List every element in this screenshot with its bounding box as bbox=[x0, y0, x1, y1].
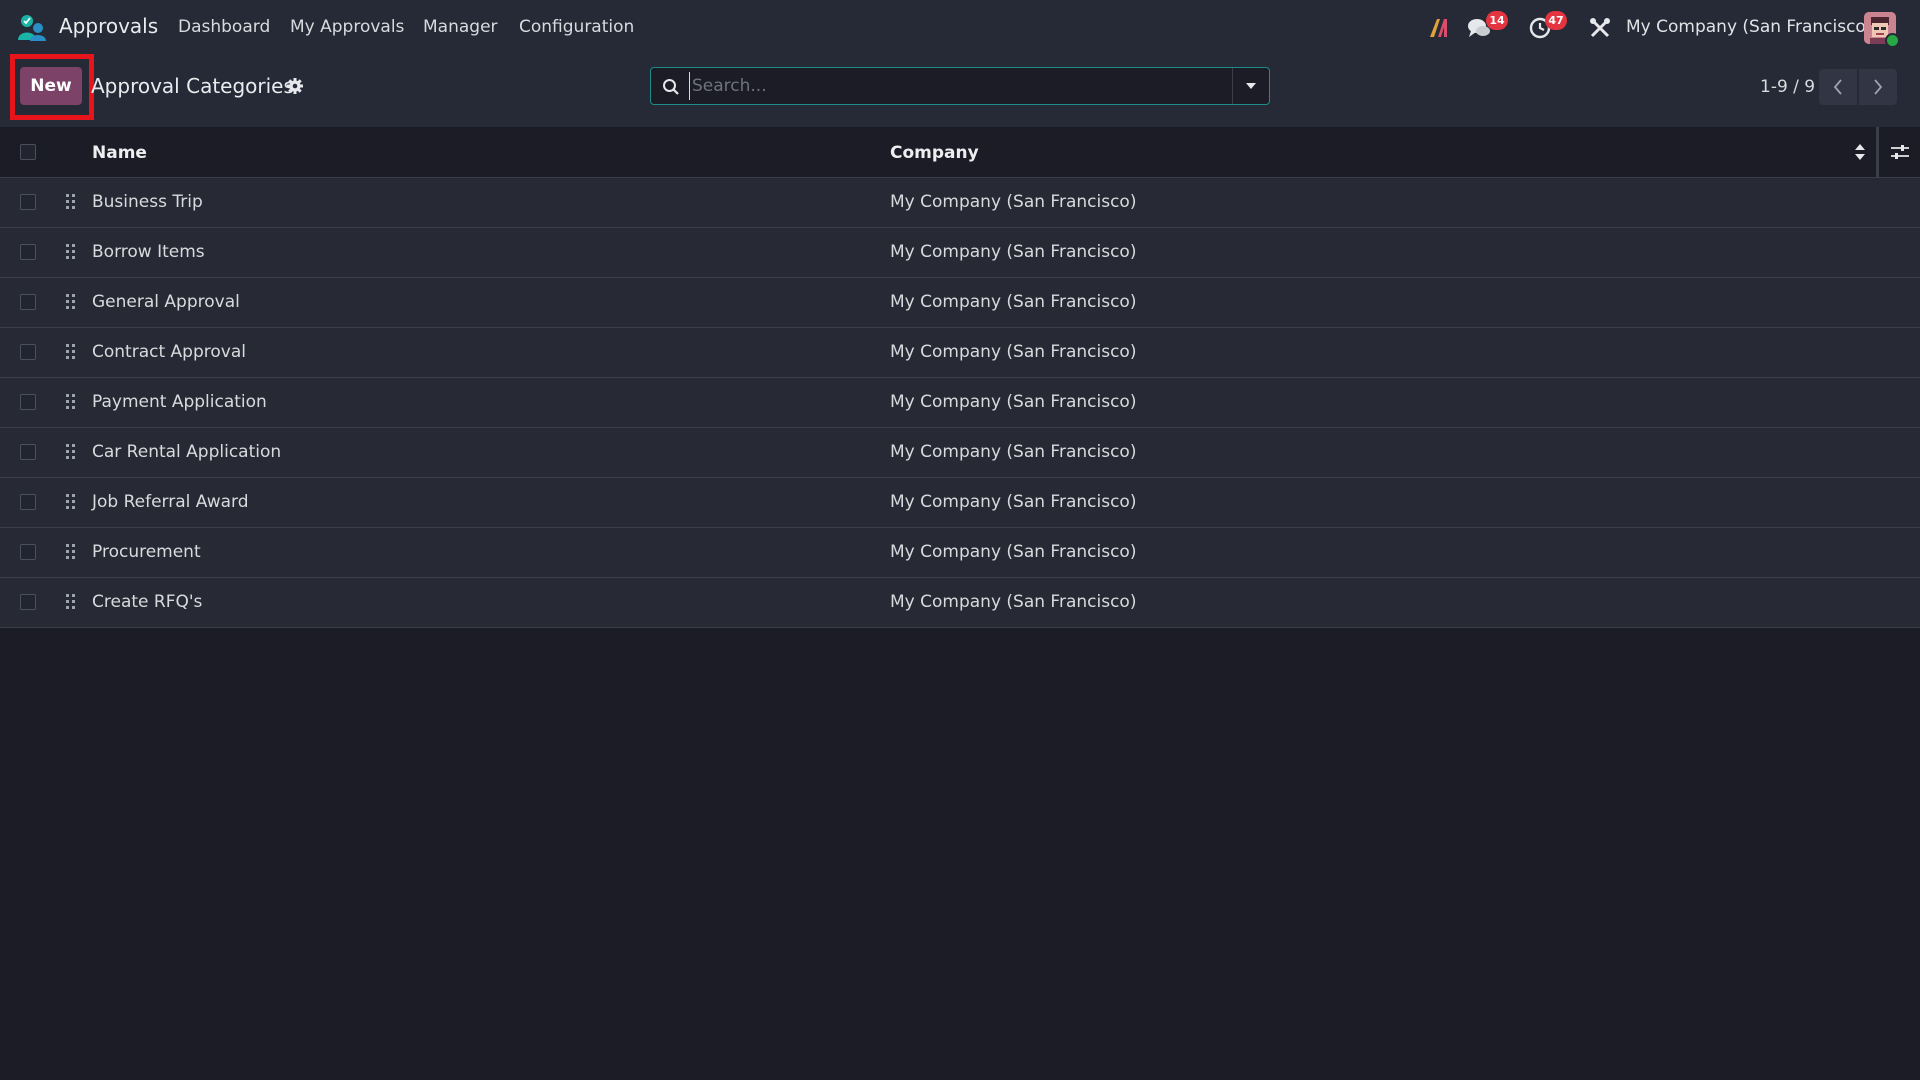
company-switcher[interactable]: My Company (San Francisco) bbox=[1626, 17, 1872, 37]
menu-my-approvals[interactable]: My Approvals bbox=[290, 17, 404, 37]
cell-name: Create RFQ's bbox=[92, 592, 203, 612]
drag-handle-icon[interactable] bbox=[65, 443, 77, 461]
cell-company: My Company (San Francisco) bbox=[890, 492, 1137, 512]
activities-badge: 47 bbox=[1545, 11, 1567, 30]
page-title: Approval Categories bbox=[91, 74, 294, 98]
table-row[interactable]: Create RFQ's My Company (San Francisco) bbox=[0, 578, 1920, 628]
messages-badge: 14 bbox=[1486, 11, 1508, 30]
sort-icon[interactable] bbox=[1853, 143, 1867, 161]
table-row[interactable]: Car Rental Application My Company (San F… bbox=[0, 428, 1920, 478]
debug-tools-icon[interactable] bbox=[1587, 15, 1613, 41]
ai-icon[interactable] bbox=[1426, 15, 1452, 41]
drag-handle-icon[interactable] bbox=[65, 543, 77, 561]
menu-configuration[interactable]: Configuration bbox=[519, 17, 634, 37]
cell-company: My Company (San Francisco) bbox=[890, 292, 1137, 312]
pager-next-button[interactable] bbox=[1859, 69, 1897, 105]
row-checkbox[interactable] bbox=[20, 444, 36, 460]
pager-value[interactable]: 1-9 / 9 bbox=[1760, 77, 1815, 97]
caret-down-icon bbox=[1246, 83, 1256, 89]
drag-handle-icon[interactable] bbox=[65, 293, 77, 311]
column-header-company[interactable]: Company bbox=[890, 143, 979, 163]
chevron-left-icon bbox=[1833, 79, 1842, 95]
table-row[interactable]: Payment Application My Company (San Fran… bbox=[0, 378, 1920, 428]
drag-handle-icon[interactable] bbox=[65, 243, 77, 261]
column-header-name[interactable]: Name bbox=[92, 143, 147, 163]
cell-name: Car Rental Application bbox=[92, 442, 282, 462]
table-row[interactable]: Business Trip My Company (San Francisco) bbox=[0, 178, 1920, 228]
column-settings-button[interactable] bbox=[1876, 127, 1920, 177]
search-input[interactable] bbox=[689, 72, 882, 100]
cell-company: My Company (San Francisco) bbox=[890, 342, 1137, 362]
cell-name: General Approval bbox=[92, 292, 240, 312]
cell-company: My Company (San Francisco) bbox=[890, 392, 1137, 412]
search-bar bbox=[650, 67, 1270, 105]
cell-company: My Company (San Francisco) bbox=[890, 542, 1137, 562]
menu-dashboard[interactable]: Dashboard bbox=[178, 17, 270, 37]
row-checkbox[interactable] bbox=[20, 194, 36, 210]
chevron-right-icon bbox=[1874, 79, 1883, 95]
cell-company: My Company (San Francisco) bbox=[890, 242, 1137, 262]
menu-manager[interactable]: Manager bbox=[423, 17, 498, 37]
row-checkbox[interactable] bbox=[20, 394, 36, 410]
row-checkbox[interactable] bbox=[20, 294, 36, 310]
select-all-checkbox[interactable] bbox=[20, 144, 36, 160]
table-row[interactable]: General Approval My Company (San Francis… bbox=[0, 278, 1920, 328]
drag-handle-icon[interactable] bbox=[65, 593, 77, 611]
row-checkbox[interactable] bbox=[20, 494, 36, 510]
top-navbar: Approvals Dashboard My Approvals Manager… bbox=[0, 0, 1920, 55]
online-status-dot bbox=[1885, 33, 1900, 48]
drag-handle-icon[interactable] bbox=[65, 393, 77, 411]
cell-company: My Company (San Francisco) bbox=[890, 192, 1137, 212]
row-checkbox[interactable] bbox=[20, 344, 36, 360]
cell-name: Contract Approval bbox=[92, 342, 246, 362]
table-row[interactable]: Contract Approval My Company (San Franci… bbox=[0, 328, 1920, 378]
table-row[interactable]: Procurement My Company (San Francisco) bbox=[0, 528, 1920, 578]
table-row[interactable]: Borrow Items My Company (San Francisco) bbox=[0, 228, 1920, 278]
search-options-toggle[interactable] bbox=[1232, 68, 1269, 104]
list-body: Business Trip My Company (San Francisco)… bbox=[0, 178, 1920, 628]
drag-handle-icon[interactable] bbox=[65, 343, 77, 361]
pager-previous-button[interactable] bbox=[1819, 69, 1857, 105]
table-row[interactable]: Job Referral Award My Company (San Franc… bbox=[0, 478, 1920, 528]
drag-handle-icon[interactable] bbox=[65, 493, 77, 511]
cell-company: My Company (San Francisco) bbox=[890, 592, 1137, 612]
cell-name: Procurement bbox=[92, 542, 201, 562]
cell-name: Payment Application bbox=[92, 392, 267, 412]
cell-name: Job Referral Award bbox=[92, 492, 249, 512]
column-settings-icon bbox=[1890, 145, 1909, 159]
row-checkbox[interactable] bbox=[20, 594, 36, 610]
approvals-app-icon[interactable] bbox=[17, 14, 47, 42]
cell-company: My Company (San Francisco) bbox=[890, 442, 1137, 462]
new-button[interactable]: New bbox=[20, 67, 82, 105]
row-checkbox[interactable] bbox=[20, 544, 36, 560]
search-icon bbox=[663, 79, 679, 95]
app-name[interactable]: Approvals bbox=[59, 14, 158, 38]
cell-name: Business Trip bbox=[92, 192, 203, 212]
row-checkbox[interactable] bbox=[20, 244, 36, 260]
drag-handle-icon[interactable] bbox=[65, 193, 77, 211]
list-header: Name Company bbox=[0, 127, 1920, 178]
gear-icon[interactable] bbox=[286, 77, 304, 95]
cell-name: Borrow Items bbox=[92, 242, 205, 262]
